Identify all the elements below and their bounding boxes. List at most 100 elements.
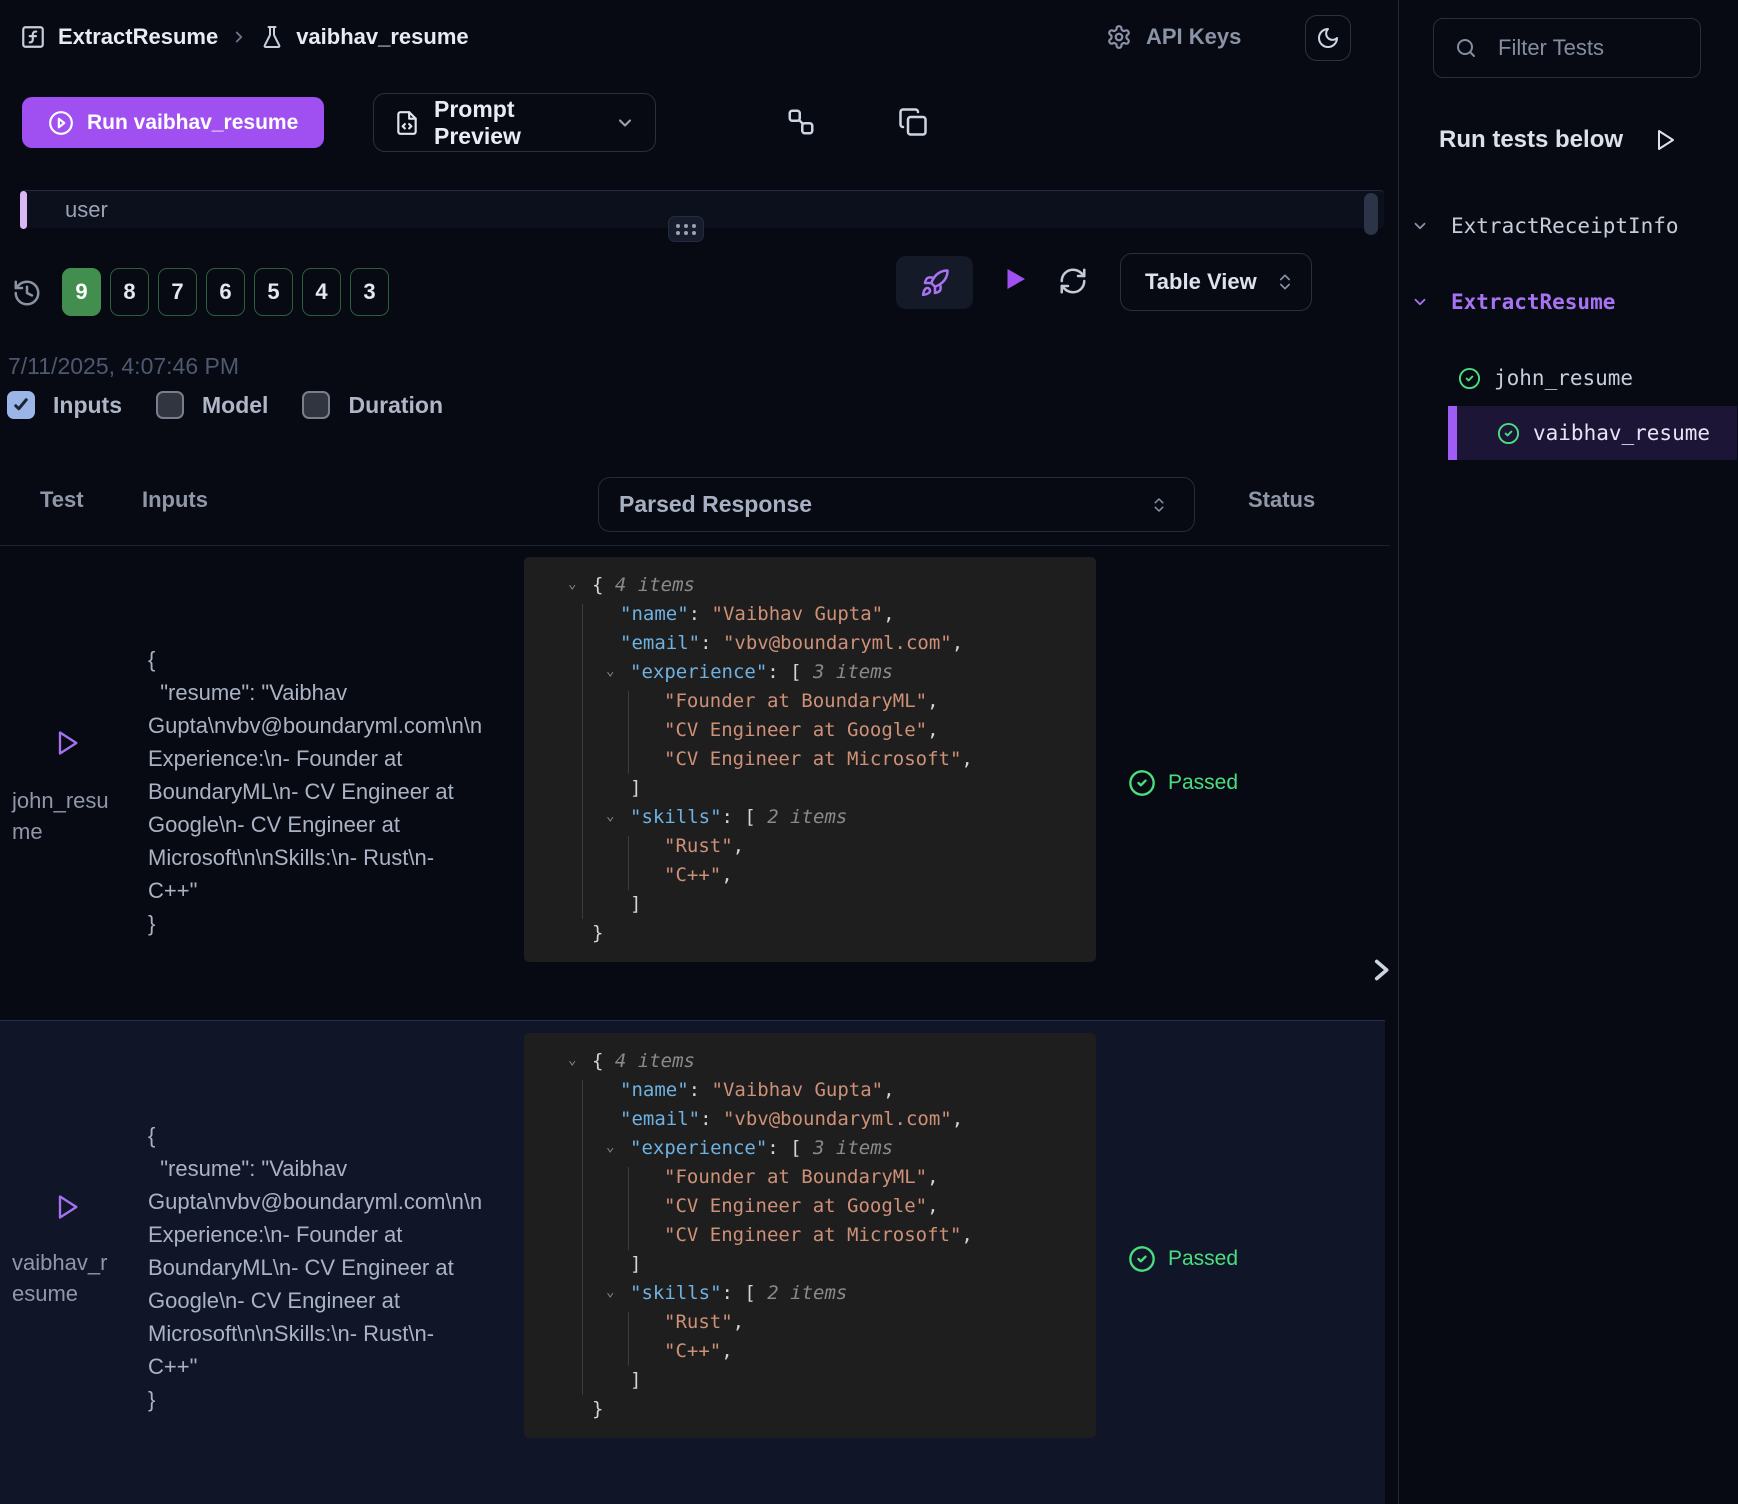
run-button-label: Run vaibhav_resume <box>87 111 298 135</box>
view-mode-select[interactable]: Table View <box>1120 253 1312 311</box>
indent-guide <box>628 691 629 774</box>
checkbox-model[interactable]: Model <box>156 391 268 419</box>
resize-drag-handle[interactable] <box>668 216 704 242</box>
refresh-icon[interactable] <box>1058 266 1088 296</box>
json-line: ⌄{ 4 items <box>524 1047 1096 1076</box>
json-line: ⌄"skills": [ 2 items <box>524 1279 1096 1308</box>
test-name-cell[interactable]: john_resume <box>12 785 116 847</box>
checkbox-inputs[interactable]: Inputs <box>7 391 122 419</box>
json-line: ] <box>524 1366 1096 1395</box>
run-history-pill[interactable]: 6 <box>206 268 245 316</box>
sidebar-group-ExtractResume[interactable]: ExtractResume <box>1399 290 1737 314</box>
run-history-pill[interactable]: 9 <box>62 268 101 316</box>
main-panel: ExtractResume vaibhav_resume API Keys <box>0 0 1399 1504</box>
json-line: "C++", <box>524 1337 1096 1366</box>
chevron-down-icon <box>1411 293 1429 311</box>
run-test-button[interactable]: Run vaibhav_resume <box>22 97 324 148</box>
checkbox-label: Duration <box>348 392 443 419</box>
play-button[interactable] <box>1000 264 1030 294</box>
parsed-response-label: Parsed Response <box>619 491 812 518</box>
group-name-label: ExtractResume <box>1451 290 1615 314</box>
play-circle-icon <box>48 110 74 136</box>
filter-tests-input[interactable] <box>1498 35 1668 61</box>
sidebar-test-john_resume[interactable]: john_resume <box>1399 366 1737 390</box>
collapse-chevron-icon[interactable]: ⌄ <box>606 1133 614 1162</box>
rocket-button[interactable] <box>896 256 973 309</box>
checkbox-icon <box>7 391 35 419</box>
history-icon[interactable] <box>12 278 42 308</box>
test-name-cell[interactable]: vaibhav_resume <box>12 1247 116 1309</box>
indent-guide <box>628 836 629 890</box>
check-circle-icon <box>1458 367 1481 390</box>
json-line: "Rust", <box>524 1308 1096 1337</box>
workflow-icon[interactable] <box>786 107 816 137</box>
collapse-chevron-icon[interactable]: ⌄ <box>606 1278 614 1307</box>
table-row[interactable]: john_resume { "resume": "Vaibhav Gupta\n… <box>0 545 1385 1020</box>
json-line: "C++", <box>524 861 1096 890</box>
json-line: "name": "Vaibhav Gupta", <box>524 1076 1096 1105</box>
status-label: Passed <box>1168 771 1238 795</box>
breadcrumb-test[interactable]: vaibhav_resume <box>296 24 468 50</box>
run-tests-below-button[interactable]: Run tests below <box>1439 126 1701 154</box>
column-header-test: Test <box>40 487 84 513</box>
json-line: ⌄"experience": [ 3 items <box>524 658 1096 687</box>
sidebar-test-vaibhav_resume[interactable]: vaibhav_resume <box>1448 406 1737 460</box>
test-name-label: john_resume <box>1494 366 1633 390</box>
run-timestamp: 7/11/2025, 4:07:46 PM <box>8 353 239 380</box>
indent-guide <box>628 1312 629 1366</box>
prompt-preview-label: Prompt Preview <box>434 96 601 150</box>
parsed-response-viewer[interactable]: ⌄{ 4 items"name": "Vaibhav Gupta","email… <box>524 557 1096 962</box>
collapse-chevron-icon[interactable]: ⌄ <box>568 1046 576 1075</box>
theme-toggle-button[interactable] <box>1305 15 1351 61</box>
expand-panel-chevron[interactable] <box>1364 950 1398 990</box>
collapse-chevron-icon[interactable]: ⌄ <box>606 802 614 831</box>
parsed-response-select[interactable]: Parsed Response <box>598 477 1195 532</box>
flask-icon <box>260 25 284 49</box>
table-row[interactable]: vaibhav_resume { "resume": "Vaibhav Gupt… <box>0 1020 1385 1504</box>
moon-icon <box>1316 26 1340 50</box>
run-row-play-button[interactable] <box>53 727 81 759</box>
collapse-chevron-icon[interactable]: ⌄ <box>568 570 576 599</box>
json-line: ] <box>524 774 1096 803</box>
check-circle-icon <box>1128 1245 1156 1273</box>
json-line: ] <box>524 1250 1096 1279</box>
indent-guide <box>582 604 583 919</box>
search-icon <box>1454 36 1478 60</box>
run-history-pill[interactable]: 5 <box>254 268 293 316</box>
run-history-pill[interactable]: 8 <box>110 268 149 316</box>
checkbox-label: Inputs <box>53 392 122 419</box>
run-history-pill[interactable]: 7 <box>158 268 197 316</box>
api-keys-label: API Keys <box>1146 24 1241 50</box>
indent-guide <box>628 1167 629 1250</box>
scrollbar-thumb[interactable] <box>1364 193 1378 235</box>
collapse-chevron-icon[interactable]: ⌄ <box>606 657 614 686</box>
breadcrumb-separator <box>230 28 248 46</box>
status-label: Passed <box>1168 1247 1238 1271</box>
json-line: "name": "Vaibhav Gupta", <box>524 600 1096 629</box>
api-keys-button[interactable]: API Keys <box>1106 24 1241 50</box>
status-badge: Passed <box>1128 1245 1238 1273</box>
run-history-pill[interactable]: 4 <box>302 268 341 316</box>
json-line: "Founder at BoundaryML", <box>524 1163 1096 1192</box>
breadcrumb-function[interactable]: ExtractResume <box>58 24 218 50</box>
check-circle-icon <box>1128 769 1156 797</box>
json-line: ⌄"skills": [ 2 items <box>524 803 1096 832</box>
checkbox-label: Model <box>202 392 268 419</box>
chevrons-up-down-icon <box>1150 496 1168 514</box>
run-history-pill[interactable]: 3 <box>350 268 389 316</box>
sidebar-group-ExtractReceiptInfo[interactable]: ExtractReceiptInfo <box>1399 214 1737 238</box>
rocket-icon <box>920 268 950 298</box>
parsed-response-viewer[interactable]: ⌄{ 4 items"name": "Vaibhav Gupta","email… <box>524 1033 1096 1438</box>
checkbox-duration[interactable]: Duration <box>302 391 443 419</box>
prompt-preview-dropdown[interactable]: Prompt Preview <box>373 93 656 152</box>
filter-tests-field[interactable] <box>1433 18 1701 78</box>
role-accent-bar <box>20 191 27 229</box>
prompt-role-label: user <box>65 197 108 223</box>
gear-icon <box>1106 24 1132 50</box>
run-row-play-button[interactable] <box>53 1191 81 1223</box>
copy-icon[interactable] <box>898 107 928 137</box>
chevrons-up-down-icon <box>1275 272 1295 292</box>
json-line: ⌄"experience": [ 3 items <box>524 1134 1096 1163</box>
view-mode-label: Table View <box>1145 269 1257 295</box>
json-line: } <box>524 1395 1096 1424</box>
